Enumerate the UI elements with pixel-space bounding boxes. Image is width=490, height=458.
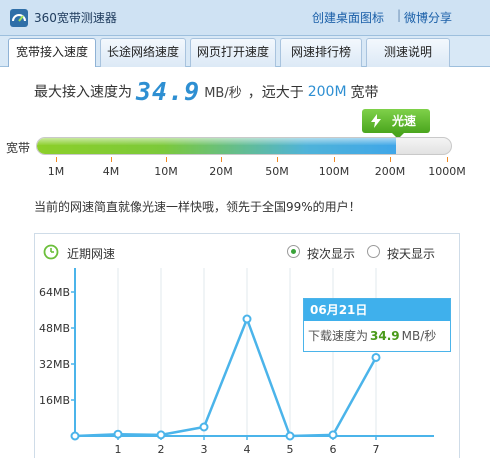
data-point-3 bbox=[199, 422, 209, 432]
scale-tick-3 bbox=[221, 157, 222, 162]
scale-tick-6 bbox=[390, 157, 391, 162]
scale-label-6: 200M bbox=[374, 165, 406, 178]
scale-label-2: 10M bbox=[154, 165, 178, 178]
speed-bar-gloss bbox=[37, 138, 397, 146]
tab-speed-help[interactable]: 测速说明 bbox=[366, 38, 450, 67]
scale-tick-4 bbox=[277, 157, 278, 162]
scale-tick-7 bbox=[447, 157, 448, 162]
speed-bandwidth: 200M bbox=[307, 83, 347, 100]
speed-suffix: 宽带 bbox=[350, 84, 379, 101]
speed-bar-label: 宽带 bbox=[6, 141, 31, 155]
y-tick-label-3: 64MB bbox=[39, 286, 70, 299]
speed-unit: MB/秒 bbox=[204, 86, 242, 101]
speed-prefix: 最大接入速度为 bbox=[34, 84, 132, 101]
scale-label-7: 1000M bbox=[428, 165, 466, 178]
tab-webpage-speed[interactable]: 网页打开速度 bbox=[190, 38, 276, 67]
data-point-4 bbox=[242, 314, 252, 324]
main-panel: 最大接入速度为 34.9 MB/秒 ，远大于 200M 宽带 光速 宽带 1M 4M 10M 2… bbox=[0, 67, 490, 458]
scale-label-1: 4M bbox=[102, 165, 120, 178]
y-tick-label-1: 32MB bbox=[39, 358, 70, 371]
speed-comparison: ，远大于 bbox=[247, 84, 304, 101]
x-tick-label-0: 1 bbox=[115, 443, 122, 456]
recent-speed-panel: 近期网速 按次显示 按天显示 16MB 32MB 48MB 64MB 1 2 3 4 5 6 7 0… bbox=[34, 233, 460, 458]
x-tick-label-5: 6 bbox=[330, 443, 337, 456]
data-point-7 bbox=[371, 352, 381, 362]
tooltip-value: 34.9 bbox=[370, 329, 400, 343]
scale-tick-2 bbox=[166, 157, 167, 162]
scale-tick-1 bbox=[111, 157, 112, 162]
speed-value: 34.9 bbox=[136, 77, 201, 106]
tooltip-label: 下载速度为 bbox=[308, 329, 369, 343]
badge-label: 光速 bbox=[392, 114, 417, 128]
tab-bar: 宽带接入速度 长途网络速度 网页打开速度 网速排行榜 测速说明 bbox=[0, 36, 490, 68]
tooltip-unit: MB/秒 bbox=[401, 329, 437, 343]
speed-level-badge: 光速 bbox=[362, 109, 430, 139]
weibo-share-link[interactable]: 微博分享 bbox=[404, 9, 452, 26]
scale-label-0: 1M bbox=[47, 165, 65, 178]
title-bar: 360宽带测速器 创建桌面图标 | 微博分享 bbox=[0, 0, 490, 36]
scale-label-3: 20M bbox=[209, 165, 233, 178]
tooltip-date: 06月21日 bbox=[304, 299, 450, 321]
data-point-1 bbox=[113, 429, 123, 439]
speedometer-app-icon bbox=[10, 9, 28, 27]
speed-bar-track bbox=[36, 137, 452, 155]
tab-access-speed[interactable]: 宽带接入速度 bbox=[8, 38, 96, 68]
scale-tick-0 bbox=[56, 157, 57, 162]
x-tick-label-3: 4 bbox=[244, 443, 251, 456]
tooltip-body: 下载速度为 34.9 MB/秒 bbox=[308, 327, 436, 344]
x-tick-label-2: 3 bbox=[201, 443, 208, 456]
y-tick-label-2: 48MB bbox=[39, 322, 70, 335]
speed-rank-message: 当前的网速简直就像光速一样快哦，领先于全国99%的用户！ bbox=[34, 200, 361, 214]
tab-speed-ranking[interactable]: 网速排行榜 bbox=[280, 38, 362, 67]
x-tick-label-1: 2 bbox=[158, 443, 165, 456]
lightning-icon bbox=[371, 114, 381, 128]
link-separator: | bbox=[397, 8, 402, 22]
scale-label-4: 50M bbox=[265, 165, 289, 178]
y-tick-label-0: 16MB bbox=[39, 394, 70, 407]
tab-long-distance-speed[interactable]: 长途网络速度 bbox=[100, 38, 186, 67]
create-desktop-icon-link[interactable]: 创建桌面图标 bbox=[312, 9, 384, 26]
speed-result: 最大接入速度为 34.9 MB/秒 ，远大于 200M 宽带 bbox=[34, 77, 379, 107]
data-point-2 bbox=[156, 430, 166, 440]
data-point-6 bbox=[328, 430, 338, 440]
scale-label-5: 100M bbox=[318, 165, 350, 178]
scale-tick-5 bbox=[334, 157, 335, 162]
chart-tooltip: 06月21日 下载速度为 34.9 MB/秒 bbox=[303, 298, 451, 352]
data-point-0 bbox=[70, 431, 80, 441]
window-title: 360宽带测速器 bbox=[34, 11, 117, 25]
x-tick-label-6: 7 bbox=[373, 443, 380, 456]
x-tick-label-4: 5 bbox=[287, 443, 294, 456]
data-point-5 bbox=[285, 431, 295, 441]
